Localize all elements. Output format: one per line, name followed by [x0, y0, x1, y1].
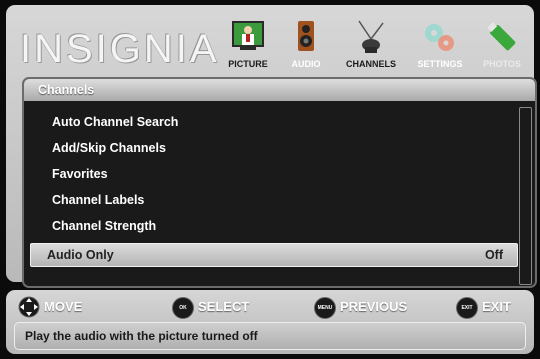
tv-icon	[232, 21, 264, 50]
menu-item-label: Favorites	[52, 167, 108, 181]
tab-label: SETTINGS	[417, 59, 463, 69]
exit-button-icon: EXIT	[456, 297, 478, 319]
help-description: Play the audio with the picture turned o…	[25, 329, 258, 343]
button-hints: MOVE OK ENTER SELECT MENU PREVIOUS EXIT …	[14, 296, 526, 331]
panel-title-bar: Channels	[24, 79, 535, 101]
ok-button-icon: OK ENTER	[172, 297, 194, 331]
speaker-icon	[298, 21, 314, 51]
footer-panel: MOVE OK ENTER SELECT MENU PREVIOUS EXIT …	[6, 290, 534, 354]
scrollbar[interactable]	[519, 107, 532, 285]
panel-title: Channels	[38, 83, 95, 97]
brand-logo: INSIGNIA	[20, 27, 220, 71]
hint-label: MOVE	[44, 299, 83, 314]
help-description-bar: Play the audio with the picture turned o…	[14, 322, 526, 350]
menu-item-label: Audio Only	[47, 248, 114, 262]
menu-button-icon: MENU	[314, 297, 336, 319]
menu-item-auto-channel-search[interactable]: Auto Channel Search	[30, 109, 518, 135]
menu-item-value: Off	[484, 248, 503, 262]
menu-item-label: Auto Channel Search	[52, 115, 179, 129]
header-panel: INSIGNIA PICTURE AUDIO CHANNELS SETTINGS…	[6, 5, 537, 288]
menu-item-label: Add/Skip Channels	[52, 141, 166, 155]
menu-item-channel-strength[interactable]: Channel Strength	[30, 213, 518, 239]
channels-panel: Channels Auto Channel Search Add/Skip Ch…	[22, 77, 537, 288]
tab-photos[interactable]: PHOTOS	[472, 17, 532, 75]
antenna-icon	[358, 20, 384, 53]
tab-picture[interactable]: PICTURE	[218, 17, 278, 75]
menu-list: Auto Channel Search Add/Skip Channels Fa…	[30, 109, 518, 267]
menu-item-label: Channel Labels	[52, 193, 145, 207]
tab-label: CHANNELS	[345, 59, 396, 69]
dpad-icon	[18, 296, 40, 318]
tab-settings[interactable]: SETTINGS	[408, 17, 472, 75]
menu-item-audio-only[interactable]: Audio Only Off	[30, 243, 518, 267]
menu-item-add-skip-channels[interactable]: Add/Skip Channels	[30, 135, 518, 161]
tab-label: PHOTOS	[483, 59, 521, 69]
gears-icon	[425, 24, 454, 51]
menu-item-favorites[interactable]: Favorites	[30, 161, 518, 187]
usb-drive-icon	[487, 22, 516, 51]
menu-item-channel-labels[interactable]: Channel Labels	[30, 187, 518, 213]
tab-label: AUDIO	[291, 59, 321, 69]
hint-label: PREVIOUS	[340, 299, 408, 314]
tab-audio[interactable]: AUDIO	[276, 17, 336, 75]
tab-channels[interactable]: CHANNELS	[336, 17, 406, 75]
tv-osd-menu: INSIGNIA PICTURE AUDIO CHANNELS SETTINGS…	[0, 0, 540, 359]
menu-tabs: PICTURE AUDIO CHANNELS SETTINGS PHOTOS	[218, 17, 530, 75]
hint-label: EXIT	[482, 299, 511, 314]
hint-label: SELECT	[198, 299, 250, 314]
menu-item-label: Channel Strength	[52, 219, 157, 233]
tab-label: PICTURE	[228, 59, 268, 69]
